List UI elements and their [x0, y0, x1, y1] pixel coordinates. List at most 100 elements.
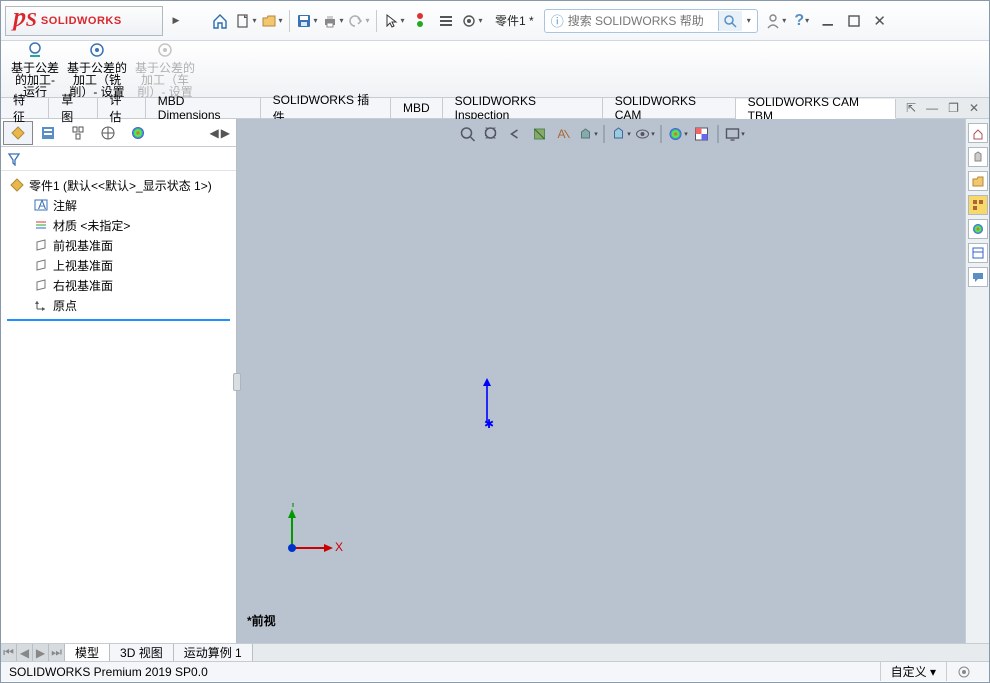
- btab-next[interactable]: ▶: [33, 644, 49, 661]
- graphics-viewport[interactable]: A ▾ ▾ ▾ ▾ ▾ ✱ Y X *前视: [237, 119, 965, 643]
- tab-inspection[interactable]: SOLIDWORKS Inspection: [443, 98, 603, 118]
- origin-icon: [33, 297, 49, 313]
- file-explorer-icon[interactable]: [968, 171, 988, 191]
- options-button[interactable]: [434, 9, 458, 33]
- tree-label: 上视基准面: [53, 257, 113, 274]
- document-title: 零件1 *: [495, 12, 534, 29]
- scene-icon[interactable]: [691, 123, 713, 145]
- view-orientation-icon[interactable]: ▾: [577, 123, 599, 145]
- tree-root-label: 零件1 (默认<<默认>_显示状态 1>): [29, 177, 212, 194]
- app-logo[interactable]: ǷS SOLIDWORKS: [5, 6, 163, 36]
- logo-dropdown[interactable]: ▶: [164, 9, 188, 33]
- tree-root[interactable]: 零件1 (默认<<默认>_显示状态 1>): [3, 175, 234, 195]
- tree-item-right-plane[interactable]: 右视基准面: [3, 275, 234, 295]
- user-button[interactable]: ▾: [764, 9, 788, 33]
- section-view-icon[interactable]: [529, 123, 551, 145]
- search-box[interactable]: ⓘ ▾: [544, 9, 758, 33]
- design-library-icon[interactable]: [968, 147, 988, 167]
- plane-icon: [33, 277, 49, 293]
- select-button[interactable]: ▾: [382, 9, 406, 33]
- doc-expand-icon[interactable]: ⇱: [906, 101, 916, 115]
- tab-mbd-dimensions[interactable]: MBD Dimensions: [146, 98, 261, 118]
- tree-item-annotations[interactable]: A 注解: [3, 195, 234, 215]
- view-settings-icon[interactable]: ▾: [724, 123, 746, 145]
- status-indicator-icon[interactable]: [946, 662, 981, 681]
- doc-close-button[interactable]: ✕: [969, 101, 979, 115]
- tree-item-material[interactable]: 材质 <未指定>: [3, 215, 234, 235]
- panel-resize-handle[interactable]: [233, 373, 241, 391]
- svg-text:A: A: [558, 127, 566, 141]
- help-button[interactable]: ?▾: [790, 9, 814, 33]
- view-orientation-label: *前视: [247, 612, 276, 629]
- tab-cam[interactable]: SOLIDWORKS CAM: [603, 98, 736, 118]
- view-palette-icon[interactable]: [968, 195, 988, 215]
- search-button[interactable]: [718, 11, 742, 31]
- search-input[interactable]: [568, 14, 718, 28]
- tree-item-origin[interactable]: 原点: [3, 295, 234, 315]
- help-icon: ⓘ: [551, 11, 564, 30]
- tab-features[interactable]: 特征: [1, 98, 49, 118]
- separator: [376, 10, 377, 32]
- tab-cam-tbm[interactable]: SOLIDWORKS CAM TBM: [736, 99, 896, 119]
- print-button[interactable]: ▾: [321, 9, 345, 33]
- tree-item-front-plane[interactable]: 前视基准面: [3, 235, 234, 255]
- material-icon: [33, 217, 49, 233]
- zoom-fit-icon[interactable]: [457, 123, 479, 145]
- part-icon: [9, 177, 25, 193]
- task-pane: [965, 119, 989, 643]
- traffic-light-icon[interactable]: [408, 9, 432, 33]
- filter-icon[interactable]: [7, 152, 21, 166]
- heads-up-toolbar: A ▾ ▾ ▾ ▾ ▾: [453, 121, 750, 147]
- tab-evaluate[interactable]: 评估: [98, 98, 146, 118]
- tbm-mill-button[interactable]: 基于公差的 加工（铣 削）- 设置: [67, 40, 127, 98]
- tbm-run-button[interactable]: 基于公差 的加工- 运行: [11, 40, 59, 98]
- tab-sketch[interactable]: 草图: [49, 98, 97, 118]
- btab-first[interactable]: ⏮: [1, 644, 17, 661]
- tree-label: 原点: [53, 297, 77, 314]
- close-button[interactable]: ✕: [868, 9, 892, 33]
- feature-tree: 零件1 (默认<<默认>_显示状态 1>) A 注解 材质 <未指定> 前视基准…: [1, 171, 236, 329]
- btab-3dview[interactable]: 3D 视图: [110, 644, 174, 661]
- svg-text:✱: ✱: [484, 417, 494, 431]
- previous-view-icon[interactable]: [505, 123, 527, 145]
- appearance-icon[interactable]: ▾: [667, 123, 689, 145]
- svg-text:Y: Y: [289, 503, 297, 510]
- appearances-icon[interactable]: [968, 219, 988, 239]
- filter-row: [1, 147, 236, 171]
- tree-label: 右视基准面: [53, 277, 113, 294]
- separator: [289, 10, 290, 32]
- doc-maximize-button[interactable]: ❐: [948, 101, 959, 115]
- tab-addins[interactable]: SOLIDWORKS 插件: [261, 98, 391, 118]
- tree-item-top-plane[interactable]: 上视基准面: [3, 255, 234, 275]
- property-manager-tab[interactable]: [33, 121, 63, 145]
- open-button[interactable]: ▾: [260, 9, 284, 33]
- tab-mbd[interactable]: MBD: [391, 98, 443, 118]
- new-button[interactable]: ▾: [234, 9, 258, 33]
- sw-resources-icon[interactable]: [968, 123, 988, 143]
- dynamic-annotation-icon[interactable]: A: [553, 123, 575, 145]
- home-button[interactable]: [208, 9, 232, 33]
- separator: [718, 125, 719, 143]
- side-prev-button[interactable]: ◀: [210, 126, 219, 140]
- btab-prev[interactable]: ◀: [17, 644, 33, 661]
- btab-model[interactable]: 模型: [65, 644, 110, 661]
- undo-button[interactable]: ▾: [347, 9, 371, 33]
- display-style-icon[interactable]: ▾: [610, 123, 632, 145]
- save-button[interactable]: ▾: [295, 9, 319, 33]
- tree-label: 前视基准面: [53, 237, 113, 254]
- zoom-area-icon[interactable]: [481, 123, 503, 145]
- minimize-button[interactable]: _: [816, 9, 840, 33]
- btab-last[interactable]: ⏭: [49, 644, 65, 661]
- tree-insertion-bar[interactable]: [7, 319, 230, 321]
- side-next-button[interactable]: ▶: [221, 126, 230, 140]
- btab-motion[interactable]: 运动算例 1: [174, 644, 253, 661]
- doc-minimize-button[interactable]: —: [926, 101, 938, 115]
- settings-button[interactable]: ▾: [460, 9, 484, 33]
- separator: [604, 125, 605, 143]
- maximize-button[interactable]: [842, 9, 866, 33]
- status-custom[interactable]: 自定义 ▾: [880, 662, 946, 681]
- forum-icon[interactable]: [968, 267, 988, 287]
- custom-properties-icon[interactable]: [968, 243, 988, 263]
- plane-icon: [33, 237, 49, 253]
- hide-show-icon[interactable]: ▾: [634, 123, 656, 145]
